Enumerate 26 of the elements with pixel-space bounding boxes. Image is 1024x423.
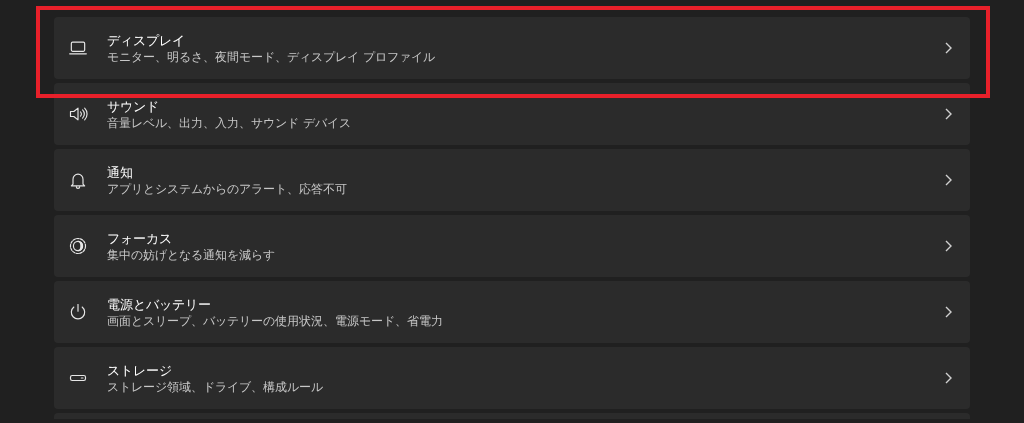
- item-description: アプリとシステムからのアラート、応答不可: [107, 181, 348, 197]
- chevron-right-icon: [944, 42, 952, 54]
- chevron-right-icon: [944, 240, 952, 252]
- settings-item[interactable]: フォーカス 集中の妨げとなる通知を減らす: [54, 215, 970, 277]
- chevron-right-icon: [944, 108, 952, 120]
- item-title: ディスプレイ: [107, 31, 186, 49]
- item-description: ストレージ領域、ドライブ、構成ルール: [107, 379, 324, 395]
- item-title: サウンド: [107, 97, 160, 115]
- settings-item[interactable]: 通知 アプリとシステムからのアラート、応答不可: [54, 149, 970, 211]
- chevron-right-icon: [944, 306, 952, 318]
- item-description: モニター、明るさ、夜間モード、ディスプレイ プロファイル: [107, 49, 436, 65]
- power-icon: [68, 302, 88, 322]
- settings-item[interactable]: ストレージ ストレージ領域、ドライブ、構成ルール: [54, 347, 970, 409]
- settings-item[interactable]: ディスプレイ モニター、明るさ、夜間モード、ディスプレイ プロファイル: [54, 17, 970, 79]
- chevron-right-icon: [944, 174, 952, 186]
- item-description: 画面とスリープ、バッテリーの使用状況、電源モード、省電力: [107, 313, 444, 329]
- settings-item[interactable]: 電源とバッテリー 画面とスリープ、バッテリーの使用状況、電源モード、省電力: [54, 281, 970, 343]
- item-title: フォーカス: [107, 229, 173, 247]
- settings-item[interactable]: サウンド 音量レベル、出力、入力、サウンド デバイス: [54, 83, 970, 145]
- focus-icon: [68, 236, 88, 256]
- item-description: 集中の妨げとなる通知を減らす: [107, 247, 276, 263]
- item-title: 通知: [107, 163, 134, 181]
- item-title: ストレージ: [107, 361, 173, 379]
- item-title: 電源とバッテリー: [107, 295, 212, 313]
- item-description: 音量レベル、出力、入力、サウンド デバイス: [107, 115, 352, 131]
- chevron-right-icon: [944, 372, 952, 384]
